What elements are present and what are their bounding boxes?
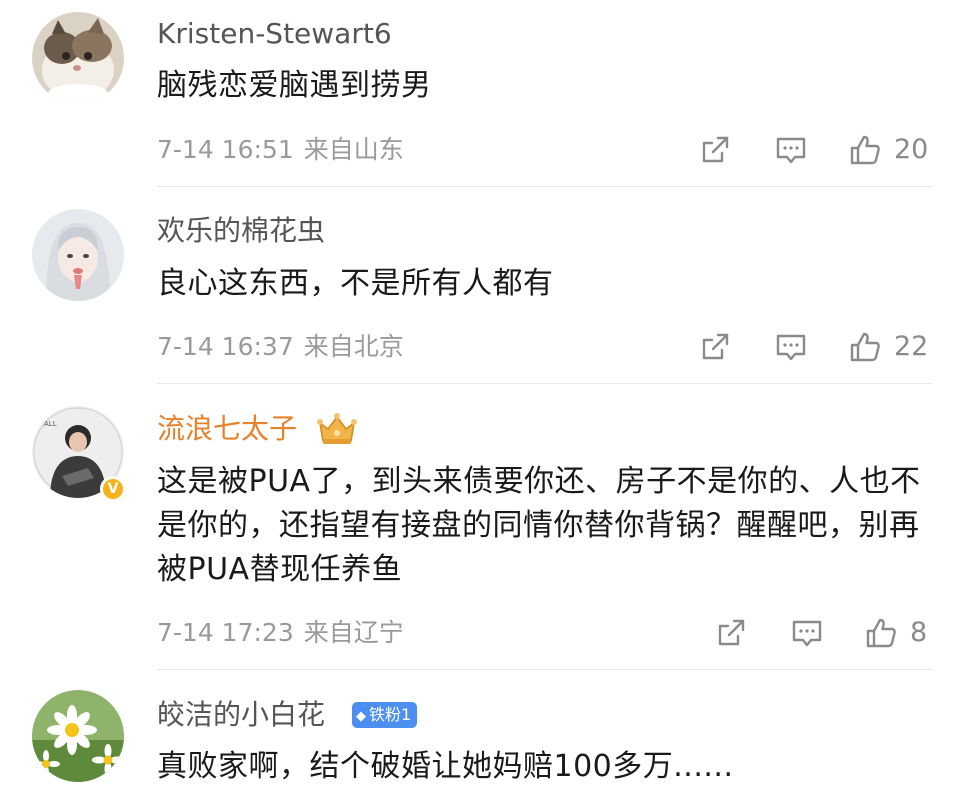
- diamond-icon: ◆: [356, 709, 366, 724]
- username[interactable]: 皎洁的小白花: [157, 697, 325, 733]
- fan-badge-label: 铁粉1: [369, 705, 412, 724]
- fan-badge: ◆ 铁粉1: [352, 702, 418, 728]
- user-avatar[interactable]: [32, 690, 124, 782]
- comment-item: 皎洁的小白花 ◆ 铁粉1 真败家啊，结个破婚让她妈赔100多万......: [0, 0, 960, 803]
- daisy-avatar-icon: [32, 690, 124, 782]
- comment-text: 真败家啊，结个破婚让她妈赔100多万......: [157, 749, 734, 784]
